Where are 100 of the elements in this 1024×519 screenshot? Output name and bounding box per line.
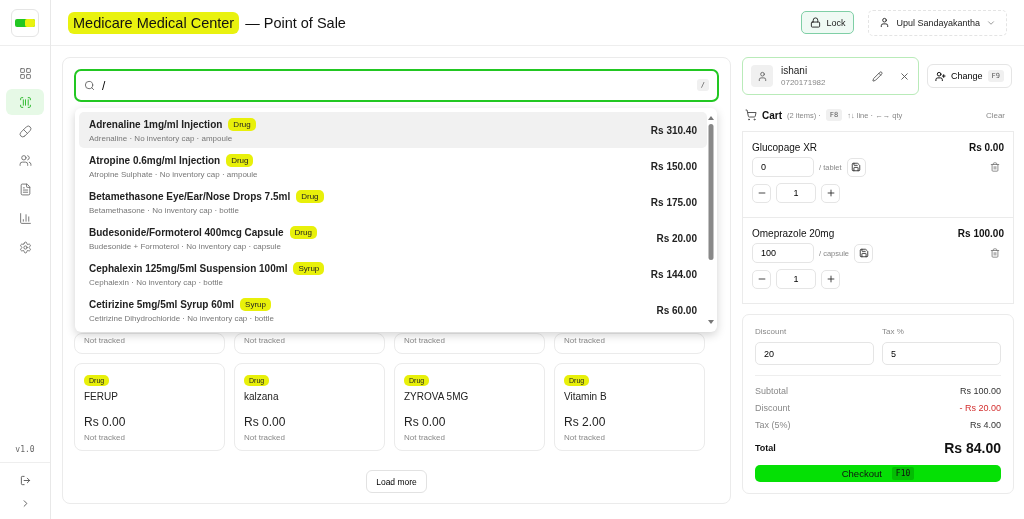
summary-label: Tax (5%) (755, 420, 791, 430)
summary-value: - Rs 20.00 (959, 403, 1001, 413)
category-tag: Drug (289, 225, 317, 239)
result-detail: Budesonide + Formoterol · No inventory cap · capsule (89, 241, 282, 251)
lock-button[interactable]: Lock (801, 11, 855, 34)
result-detail: Cetirizine Dihydrochloride · No inventory cap · bottle (89, 313, 275, 323)
result-price: Rs 144.00 (650, 268, 697, 280)
product-price: Rs 2.00 (564, 415, 607, 429)
item-name: Glucopage XR (752, 142, 818, 153)
unit-price-field[interactable]: 100 (752, 243, 814, 263)
summary-value: Rs 4.00 (969, 420, 1001, 430)
plus-icon (825, 274, 836, 284)
category-tag: Drug (228, 117, 256, 131)
page-title: — Point of Sale (245, 14, 346, 31)
stock-status: Not tracked (564, 336, 606, 345)
trash-icon (989, 162, 1000, 172)
load-more-button[interactable]: Load more (366, 470, 427, 493)
user-menu-button[interactable]: Upul Sandayakantha (868, 9, 1007, 36)
category-tag: Drug (296, 189, 324, 203)
category-tag: Syrup (240, 297, 271, 311)
logo-icon (11, 9, 39, 37)
tax-field[interactable]: 5 (882, 342, 1001, 365)
result-price: Rs 175.00 (650, 196, 697, 208)
search-result[interactable]: Budesonide/Formoterol 400mcg Capsule Drug Budesonide + Formoterol · No inventory cap · capsule Rs 20.00 (79, 220, 707, 256)
result-price: Rs 20.00 (656, 232, 697, 244)
result-detail: Atropine Sulphate · No inventory cap · ampoule (89, 169, 259, 179)
stock-status: Not tracked (84, 336, 126, 345)
search-result[interactable]: Atropine 0.6mg/ml Injection Drug Atropine Sulphate · No inventory cap · ampoule Rs 150.00 (79, 148, 707, 184)
scrollbar-icon (707, 114, 715, 326)
item-price: Rs 0.00 (968, 142, 1004, 153)
result-detail: Betamethasone · No inventory cap · bottle (89, 205, 240, 215)
category-tag: Drug (226, 153, 254, 167)
decrease-button[interactable] (752, 183, 771, 203)
unit-price-field[interactable]: 0 (752, 157, 814, 177)
category-tag: Syrup (293, 261, 325, 275)
save-icon (858, 248, 869, 258)
summary-value: Rs 100.00 (959, 386, 1001, 396)
save-button[interactable] (854, 243, 874, 263)
summary-label: Subtotal (755, 386, 789, 396)
shortcut-key: F10 (891, 467, 915, 480)
increase-button[interactable] (821, 269, 840, 289)
clear-button[interactable]: Clear (979, 110, 1011, 120)
search-result[interactable]: Adrenaline 1mg/ml Injection Drug Adrenaline · No inventory cap · ampoule Rs 310.40 (79, 112, 707, 148)
result-price: Rs 310.40 (650, 124, 697, 136)
result-detail: Cephalexin · No inventory cap · bottle (89, 277, 224, 287)
customer-name: ishani (781, 65, 809, 76)
scan-nav-button[interactable] (6, 89, 44, 115)
result-price: Rs 60.00 (656, 304, 697, 316)
search-icon (84, 80, 95, 91)
product-price: Rs 0.00 (244, 415, 287, 429)
report-icon (18, 182, 32, 196)
edit-icon[interactable] (872, 70, 883, 82)
product-name: Vitamin B (564, 391, 608, 402)
search-result[interactable]: Betamethasone Eye/Ear/Nose Drops 7.5ml Drug Betamethasone · No inventory cap · bottle Rs 175.00 (79, 184, 707, 220)
stock-status: Not tracked (404, 336, 446, 345)
customer-phone: 0720171982 (781, 78, 827, 87)
dashboard-icon (18, 66, 32, 80)
increase-button[interactable] (821, 183, 840, 203)
save-icon (851, 162, 861, 172)
quantity-field[interactable]: 1 (776, 269, 816, 289)
save-button[interactable] (846, 157, 866, 177)
user-icon (879, 17, 891, 28)
result-detail: Adrenaline · No inventory cap · ampoule (89, 133, 234, 143)
total-value: Rs 84.00 (944, 440, 1001, 456)
result-name: Cetirizine 5mg/5ml Syrup 60ml (89, 298, 235, 310)
scan-icon (18, 95, 32, 109)
stock-status: Not tracked (84, 433, 126, 442)
version-label: v1.0 (15, 445, 35, 454)
cart-title: Cart (762, 109, 782, 121)
chart-icon (18, 211, 32, 225)
search-result[interactable]: Cetirizine 5mg/5ml Syrup 60ml Syrup Cetirizine Dihydrochloride · No inventory cap · bottle Rs 60.00 (79, 292, 707, 328)
product-name: kalzana (244, 391, 280, 402)
total-label: Total (755, 443, 776, 453)
result-price: Rs 150.00 (650, 160, 697, 172)
product-card[interactable]: Not tracked (394, 333, 545, 354)
discount-label: Discount (755, 327, 788, 336)
result-name: Atropine 0.6mg/ml Injection (89, 154, 221, 166)
close-icon[interactable] (899, 70, 910, 82)
logout-icon[interactable] (19, 475, 31, 486)
search-result[interactable]: Cephalexin 125mg/5ml Suspension 100ml Syrup Cephalexin · No inventory cap · bottle Rs 144.00 (79, 256, 707, 292)
user-plus-icon (935, 70, 946, 82)
product-card[interactable]: Not tracked (554, 333, 705, 354)
cart-icon (745, 109, 757, 121)
checkout-button[interactable]: Checkout F10 (755, 465, 1001, 482)
lock-icon (810, 17, 822, 28)
result-name: Betamethasone Eye/Ear/Nose Drops 7.5ml (89, 190, 291, 202)
product-card[interactable]: Not tracked (234, 333, 385, 354)
result-name: Adrenaline 1mg/ml Injection (89, 118, 223, 130)
stock-status: Not tracked (404, 433, 446, 442)
trash-icon (989, 248, 1000, 258)
settings-icon (18, 240, 32, 254)
discount-field[interactable]: 20 (755, 342, 874, 365)
tax-label: Tax % (882, 327, 905, 336)
item-name: Omeprazole 20mg (752, 228, 835, 239)
product-name: ZYROVA 5MG (404, 391, 470, 402)
decrease-button[interactable] (752, 269, 771, 289)
product-card[interactable]: Not tracked (74, 333, 225, 354)
quantity-field[interactable]: 1 (776, 183, 816, 203)
store-name: Medicare Medical Center (68, 11, 240, 34)
product-price: Rs 0.00 (84, 415, 127, 429)
